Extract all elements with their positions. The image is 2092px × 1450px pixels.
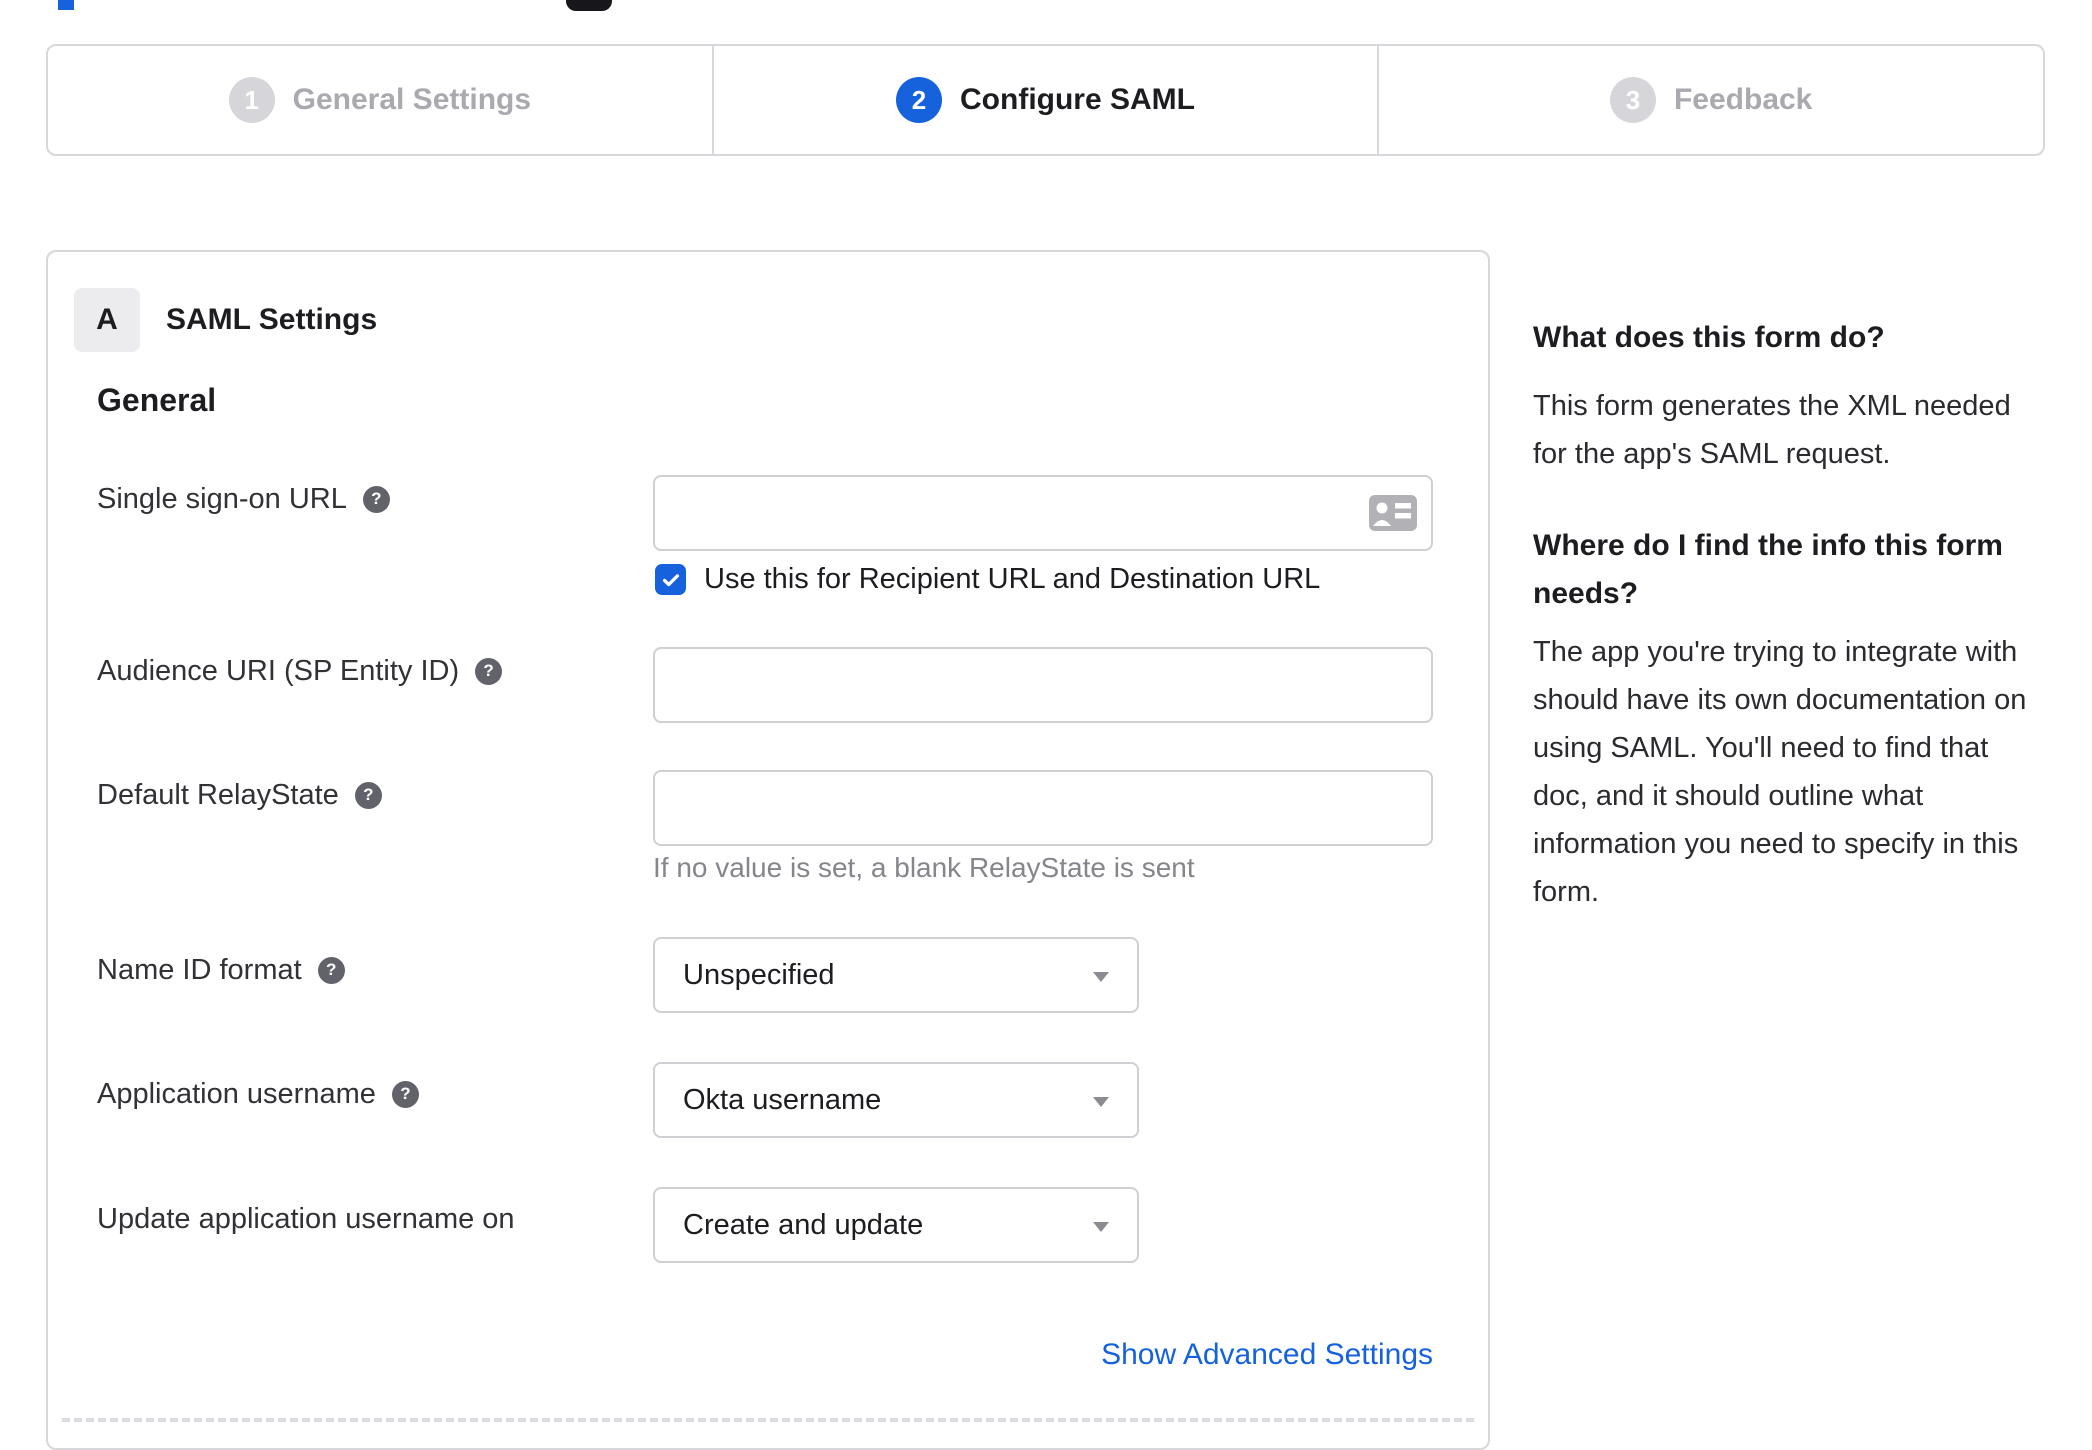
step-configure-saml[interactable]: 2 Configure SAML [711,46,1378,154]
help-icon[interactable]: ? [317,956,345,984]
sidebar-heading-where: Where do I find the info this form needs… [1533,529,2003,610]
name-id-format-value: Unspecified [683,959,835,991]
chevron-down-icon [1093,1097,1109,1107]
application-username-select[interactable]: Okta username [653,1062,1139,1138]
chevron-down-icon [1093,972,1109,982]
help-icon[interactable]: ? [354,781,382,809]
cutoff-blue-artifact [58,0,74,10]
relaystate-hint: If no value is set, a blank RelayState i… [653,852,1195,883]
wizard-stepper: 1 General Settings 2 Configure SAML 3 Fe… [46,44,2045,156]
checkmark-icon [662,573,679,586]
autofill-contact-icon[interactable] [1369,495,1417,531]
saml-settings-panel: A SAML Settings General Single sign-on U… [46,250,1490,1450]
general-section-heading: General [97,382,217,418]
update-app-username-value: Create and update [683,1209,924,1241]
section-a-badge: A [74,288,140,352]
cutoff-black-artifact [566,0,612,11]
recipient-url-checkbox-label: Use this for Recipient URL and Destinati… [704,563,1321,595]
show-advanced-settings-link[interactable]: Show Advanced Settings [1101,1338,1433,1372]
update-app-username-label: Update application username on [97,1203,515,1235]
step-3-number: 3 [1609,77,1656,123]
default-relaystate-input[interactable] [653,770,1433,846]
chevron-down-icon [1093,1222,1109,1232]
step-feedback[interactable]: 3 Feedback [1377,46,2043,154]
default-relaystate-label: Default RelayState ? [97,774,382,816]
help-icon[interactable]: ? [391,1080,419,1108]
section-dashed-divider [62,1418,1474,1422]
panel-title: SAML Settings [166,303,378,336]
help-icon[interactable]: ? [362,485,390,513]
name-id-format-label: Name ID format ? [97,949,345,991]
audience-uri-input[interactable] [653,647,1433,723]
sidebar-body-what: This form generates the XML needed for t… [1533,390,2011,470]
step-2-number: 2 [896,77,943,123]
application-username-label: Application username ? [97,1073,419,1115]
step-general-settings[interactable]: 1 General Settings [48,46,712,154]
step-2-label: Configure SAML [960,83,1195,116]
audience-uri-label: Audience URI (SP Entity ID) ? [97,650,503,692]
sso-url-label: Single sign-on URL ? [97,478,390,520]
sso-url-input[interactable] [653,475,1433,551]
help-icon[interactable]: ? [475,657,503,685]
application-username-value: Okta username [683,1084,882,1116]
step-3-label: Feedback [1673,83,1813,116]
update-app-username-select[interactable]: Create and update [653,1187,1139,1263]
step-1-label: General Settings [292,83,532,116]
sidebar-body-where: The app you're trying to integrate with … [1533,636,2027,908]
sidebar-heading-what: What does this form do? [1533,321,1885,354]
step-1-number: 1 [228,77,275,123]
sso-url-input-wrap [653,475,1433,551]
name-id-format-select[interactable]: Unspecified [653,937,1139,1013]
recipient-url-checkbox[interactable] [655,564,686,595]
